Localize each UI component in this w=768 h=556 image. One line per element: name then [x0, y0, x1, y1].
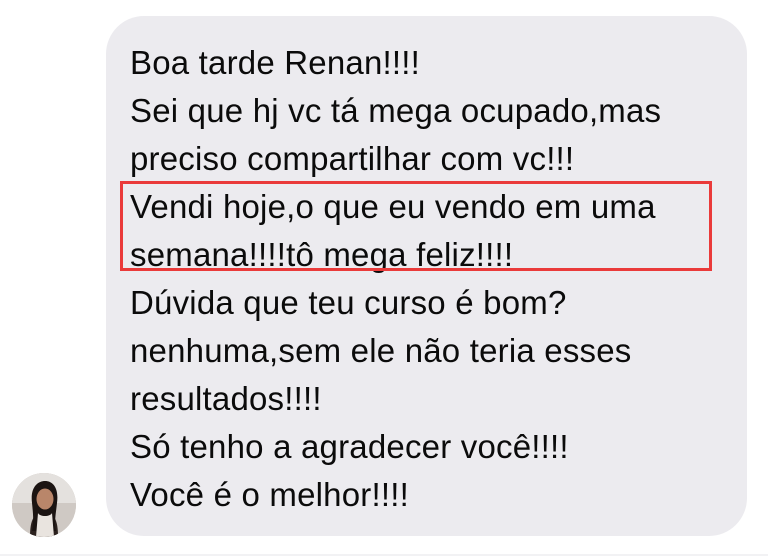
message-line: resultados!!!!	[130, 380, 322, 417]
message-line: preciso compartilhar com vc!!!	[130, 140, 575, 177]
message-line: nenhuma,sem ele não teria esses	[130, 332, 632, 369]
message-text: Boa tarde Renan!!!! Sei que hj vc tá meg…	[130, 39, 661, 519]
message-line: Sei que hj vc tá mega ocupado,mas	[130, 92, 662, 129]
avatar-photo-icon	[12, 473, 76, 537]
message-line: Você é o melhor!!!!	[130, 476, 409, 513]
message-line: Dúvida que teu curso é bom?	[130, 284, 567, 321]
highlight-annotation-box	[120, 181, 712, 271]
sender-avatar[interactable]	[12, 473, 76, 537]
message-line: Só tenho a agradecer você!!!!	[130, 428, 569, 465]
message-line: Boa tarde Renan!!!!	[130, 44, 420, 81]
chat-conversation: Boa tarde Renan!!!! Sei que hj vc tá meg…	[0, 0, 768, 556]
